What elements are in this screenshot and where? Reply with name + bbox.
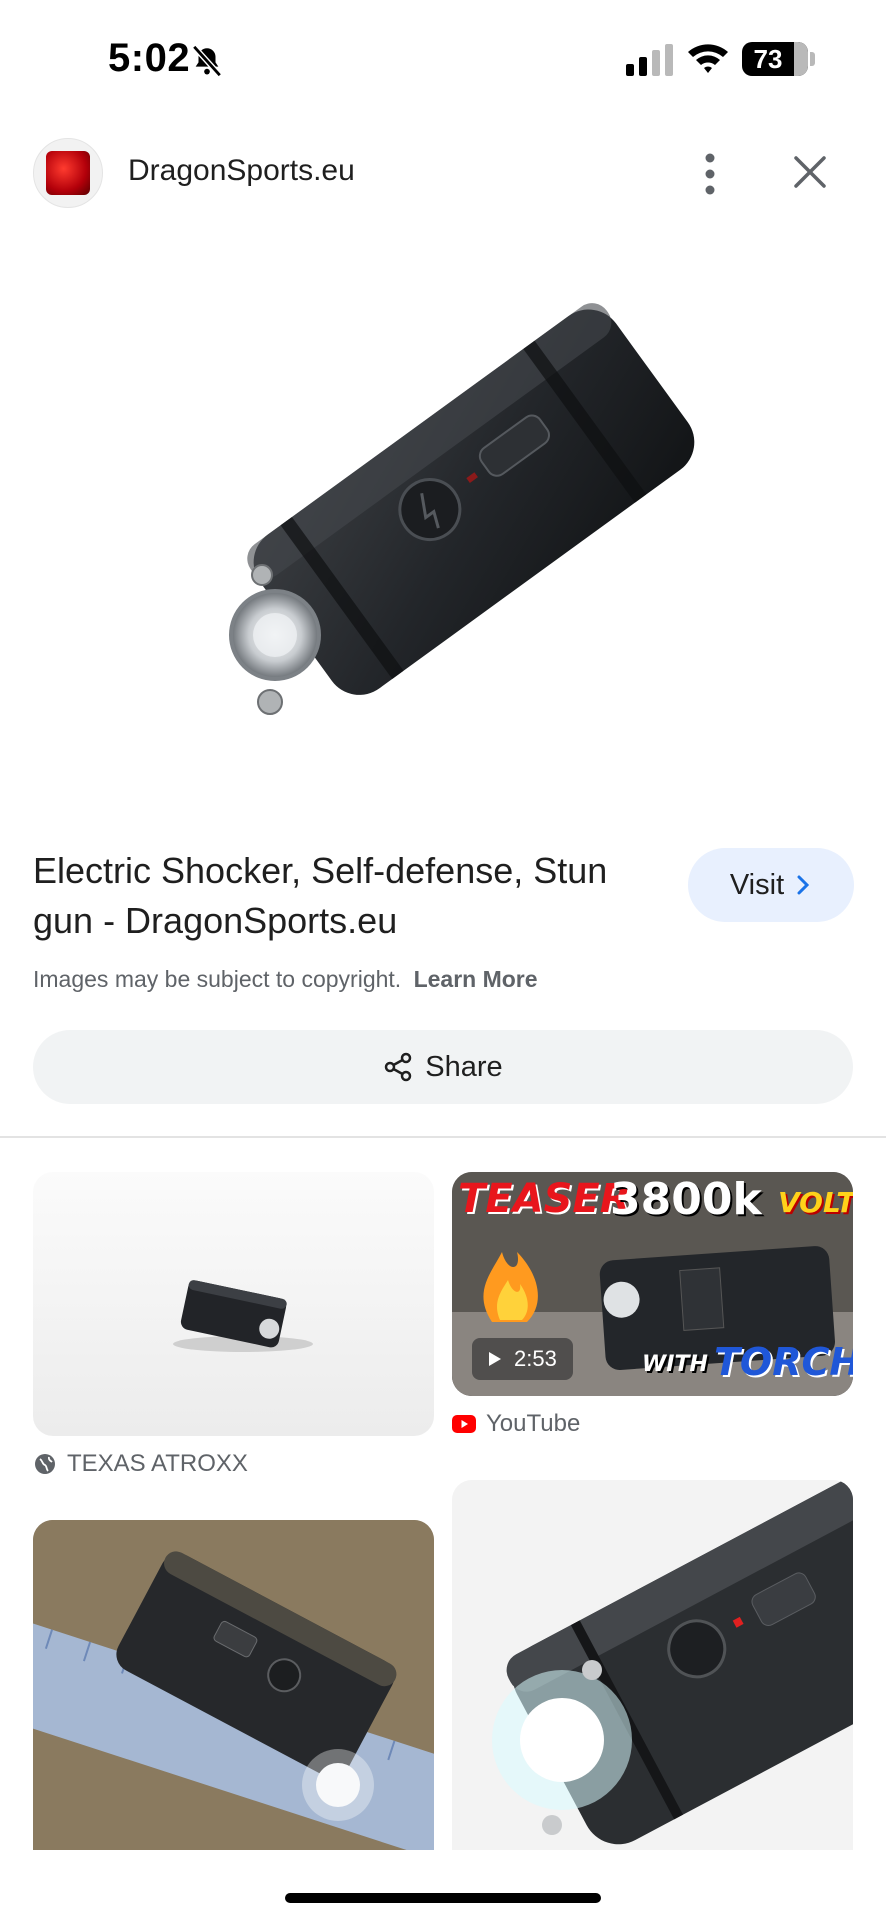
battery-indicator: 73 bbox=[742, 42, 808, 76]
site-name[interactable]: DragonSports.eu bbox=[128, 154, 355, 188]
close-icon[interactable] bbox=[790, 152, 830, 192]
result-title[interactable]: Electric Shocker, Self-defense, Stun gun… bbox=[33, 846, 643, 946]
related-source-1[interactable]: TEXAS ATROXX bbox=[33, 1450, 248, 1478]
thumb-text-volts: VOLTS bbox=[778, 1186, 853, 1219]
visit-button[interactable]: Visit bbox=[688, 848, 854, 922]
related-image-3[interactable] bbox=[33, 1520, 434, 1850]
visit-label: Visit bbox=[729, 868, 785, 901]
product-image[interactable] bbox=[0, 240, 886, 800]
related-video-2[interactable]: TEASER 3800k VOLTS WITH TORCH 2:53 bbox=[452, 1172, 853, 1396]
status-time: 5:02 bbox=[108, 36, 191, 80]
thumb-text-3800k: 3800k bbox=[610, 1174, 762, 1225]
site-header: DragonSports.eu bbox=[0, 138, 886, 210]
copyright-text: Images may be subject to copyright. bbox=[33, 966, 402, 992]
share-label: Share bbox=[425, 1050, 503, 1083]
thumb-text-with: WITH bbox=[642, 1352, 708, 1377]
home-indicator[interactable] bbox=[285, 1893, 601, 1903]
share-icon bbox=[385, 1052, 412, 1082]
youtube-icon bbox=[452, 1415, 476, 1433]
share-button[interactable]: Share bbox=[33, 1030, 853, 1104]
video-duration: 2:53 bbox=[472, 1338, 573, 1380]
more-vert-icon[interactable] bbox=[690, 150, 730, 198]
wifi-icon bbox=[688, 44, 728, 73]
related-image-1[interactable] bbox=[33, 1172, 434, 1436]
site-logo[interactable] bbox=[33, 138, 103, 208]
signal-icon bbox=[626, 44, 673, 76]
stun-gun-ruler-thumbnail bbox=[33, 1520, 434, 1850]
source-name: TEXAS ATROXX bbox=[67, 1450, 248, 1477]
source-name: YouTube bbox=[486, 1410, 581, 1437]
stun-gun-thumbnail bbox=[173, 1280, 313, 1352]
stun-gun-closeup-thumbnail bbox=[452, 1480, 853, 1850]
play-icon bbox=[489, 1352, 501, 1366]
divider bbox=[0, 1136, 886, 1138]
globe-icon bbox=[35, 1454, 55, 1474]
battery-nub bbox=[810, 52, 815, 66]
duration-text: 2:53 bbox=[514, 1346, 557, 1371]
learn-more-link[interactable]: Learn More bbox=[414, 966, 538, 992]
thumb-text-torch: TORCH bbox=[714, 1340, 853, 1384]
thumb-text-teaser: TEASER bbox=[458, 1176, 631, 1222]
battery-level: 73 bbox=[753, 44, 783, 74]
related-source-2[interactable]: YouTube bbox=[452, 1410, 580, 1438]
status-bar: 5:02 73 bbox=[0, 0, 886, 120]
related-image-4[interactable] bbox=[452, 1480, 853, 1850]
chevron-right-icon bbox=[797, 875, 810, 895]
bell-slash-icon bbox=[192, 44, 222, 78]
copyright-notice: Images may be subject to copyright. Lear… bbox=[33, 966, 538, 993]
